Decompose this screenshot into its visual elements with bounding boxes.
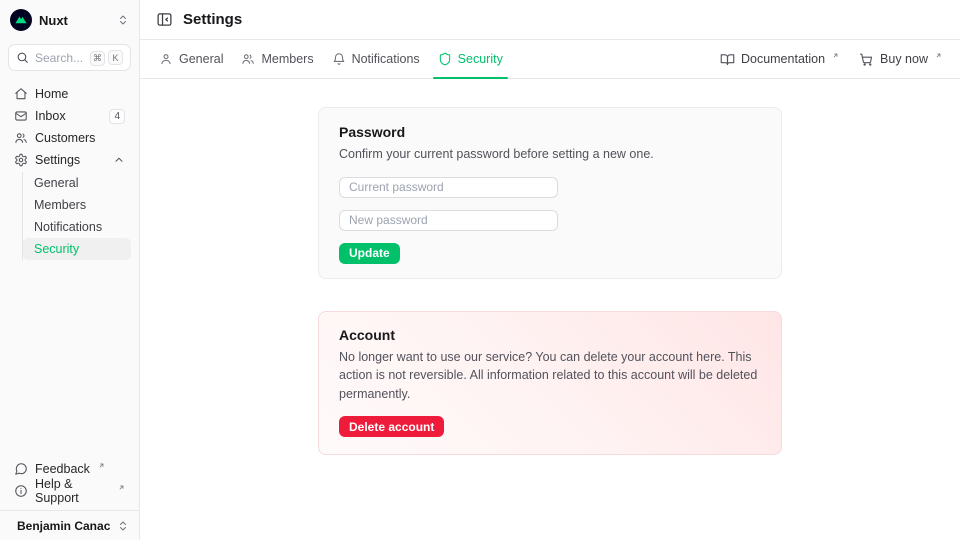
collapse-sidebar-button[interactable]: [156, 11, 173, 28]
new-password-input[interactable]: [339, 210, 558, 231]
account-card-title: Account: [339, 327, 761, 343]
search-input[interactable]: Search... ⌘K: [8, 44, 131, 71]
footer-item-label: Help & Support: [35, 477, 110, 505]
sidebar-item-customers[interactable]: Customers: [8, 127, 131, 149]
password-card-description: Confirm your current password before set…: [339, 145, 761, 164]
chevron-up-icon: [113, 154, 125, 166]
book-open-icon: [720, 52, 735, 67]
password-card-title: Password: [339, 124, 761, 140]
sidebar-item-inbox[interactable]: Inbox 4: [8, 105, 131, 127]
sidebar-item-label: Home: [35, 87, 68, 101]
sidebar-item-general[interactable]: General: [23, 172, 131, 194]
account-card: Account No longer want to use our servic…: [318, 311, 782, 456]
inbox-icon: [14, 109, 28, 123]
user-menu[interactable]: Benjamin Canac: [0, 510, 139, 540]
settings-sub-list: General Members Notifications Security: [22, 172, 131, 260]
tab-security[interactable]: Security: [429, 40, 512, 78]
current-password-input[interactable]: [339, 177, 558, 198]
external-link-icon: [935, 52, 942, 59]
sidebar-item-label: Customers: [35, 131, 95, 145]
sidebar-item-notifications[interactable]: Notifications: [23, 216, 131, 238]
chevrons-up-down-icon: [117, 14, 129, 26]
sub-item-label: Notifications: [34, 220, 102, 234]
search-icon: [16, 51, 29, 64]
buy-now-link[interactable]: Buy now: [851, 40, 950, 78]
inbox-count-badge: 4: [109, 109, 125, 124]
header-links: Documentation Buy now: [712, 40, 950, 78]
bell-icon: [332, 52, 346, 66]
footer-item-label: Feedback: [35, 462, 90, 476]
help-support-link[interactable]: Help & Support: [8, 480, 131, 502]
tab-notifications[interactable]: Notifications: [323, 40, 429, 78]
sidebar-item-label: Settings: [35, 153, 80, 167]
sub-item-label: Security: [34, 242, 79, 256]
shield-icon: [438, 52, 452, 66]
sidebar-item-members[interactable]: Members: [23, 194, 131, 216]
tab-general[interactable]: General: [150, 40, 232, 78]
tabs-bar: General Members Notifications Security: [140, 40, 960, 79]
tab-label: Security: [458, 52, 503, 66]
link-label: Documentation: [741, 52, 825, 66]
gear-icon: [14, 153, 28, 167]
link-label: Buy now: [880, 52, 928, 66]
sub-item-label: Members: [34, 198, 86, 212]
page-title: Settings: [183, 11, 242, 28]
sidebar-nav: Home Inbox 4 Customers Settings Genera: [0, 79, 139, 452]
tab-label: Members: [261, 52, 313, 66]
home-icon: [14, 87, 28, 101]
chevrons-up-down-icon: [117, 520, 129, 532]
message-circle-icon: [14, 462, 28, 476]
tab-label: General: [179, 52, 223, 66]
search-placeholder: Search...: [35, 51, 84, 65]
tab-label: Notifications: [352, 52, 420, 66]
password-card: Password Confirm your current password b…: [318, 107, 782, 279]
info-circle-icon: [14, 484, 28, 498]
shopping-cart-icon: [859, 52, 874, 67]
page-header: Settings: [140, 0, 960, 40]
sub-item-label: General: [34, 176, 78, 190]
user-name: Benjamin Canac: [17, 519, 110, 533]
sidebar: Nuxt Search... ⌘K Home Inbox 4: [0, 0, 140, 540]
users-icon: [14, 131, 28, 145]
tab-members[interactable]: Members: [232, 40, 322, 78]
update-password-button[interactable]: Update: [339, 243, 400, 264]
sidebar-item-settings[interactable]: Settings: [8, 149, 131, 171]
documentation-link[interactable]: Documentation: [712, 40, 847, 78]
kbd-k: K: [108, 50, 123, 65]
sidebar-item-home[interactable]: Home: [8, 83, 131, 105]
users-icon: [241, 52, 255, 66]
main-area: Settings General Members Notifications S…: [140, 0, 960, 540]
sidebar-item-label: Inbox: [35, 109, 66, 123]
user-icon: [159, 52, 173, 66]
sidebar-footer: Feedback Help & Support: [0, 452, 139, 510]
settings-security-panel: Password Confirm your current password b…: [140, 79, 960, 540]
external-link-icon: [832, 52, 839, 59]
kbd-cmd: ⌘: [90, 51, 105, 66]
external-link-icon: [118, 484, 125, 491]
team-name: Nuxt: [39, 13, 110, 28]
nuxt-logo-icon: [10, 9, 32, 31]
team-switcher[interactable]: Nuxt: [0, 0, 139, 40]
account-card-description: No longer want to use our service? You c…: [339, 348, 761, 404]
external-link-icon: [98, 462, 105, 469]
delete-account-button[interactable]: Delete account: [339, 416, 444, 437]
sidebar-item-security[interactable]: Security: [23, 238, 131, 260]
